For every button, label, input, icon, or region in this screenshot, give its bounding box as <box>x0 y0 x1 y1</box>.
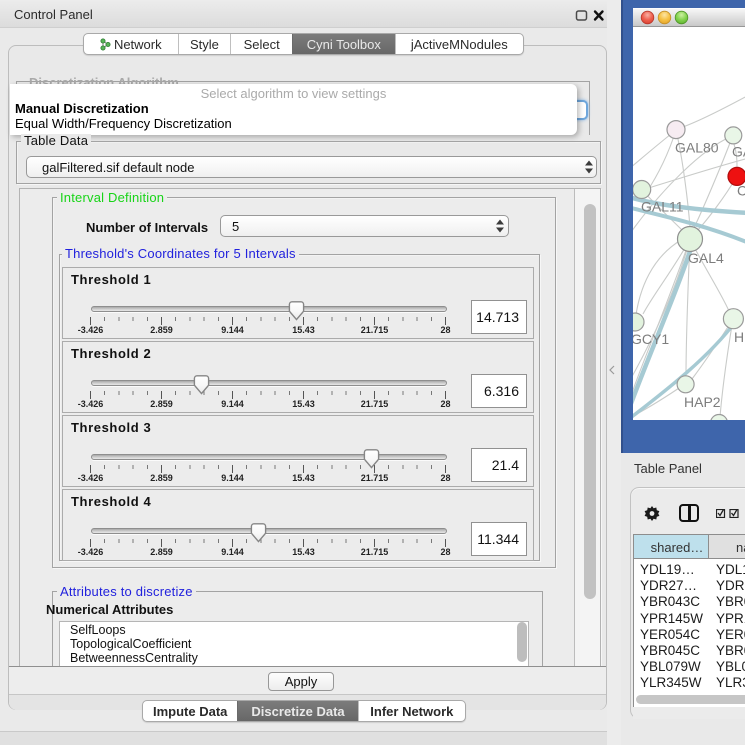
svg-text:GCY1: GCY1 <box>633 331 669 347</box>
svg-text:HAP2: HAP2 <box>684 394 721 410</box>
svg-text:GAL11: GAL11 <box>641 199 684 215</box>
svg-text:GAL4: GAL4 <box>688 250 724 266</box>
svg-text:GAL80: GAL80 <box>675 140 719 156</box>
svg-text:C: C <box>737 183 745 199</box>
svg-text:H: H <box>734 329 744 345</box>
svg-text:GA: GA <box>732 144 745 160</box>
